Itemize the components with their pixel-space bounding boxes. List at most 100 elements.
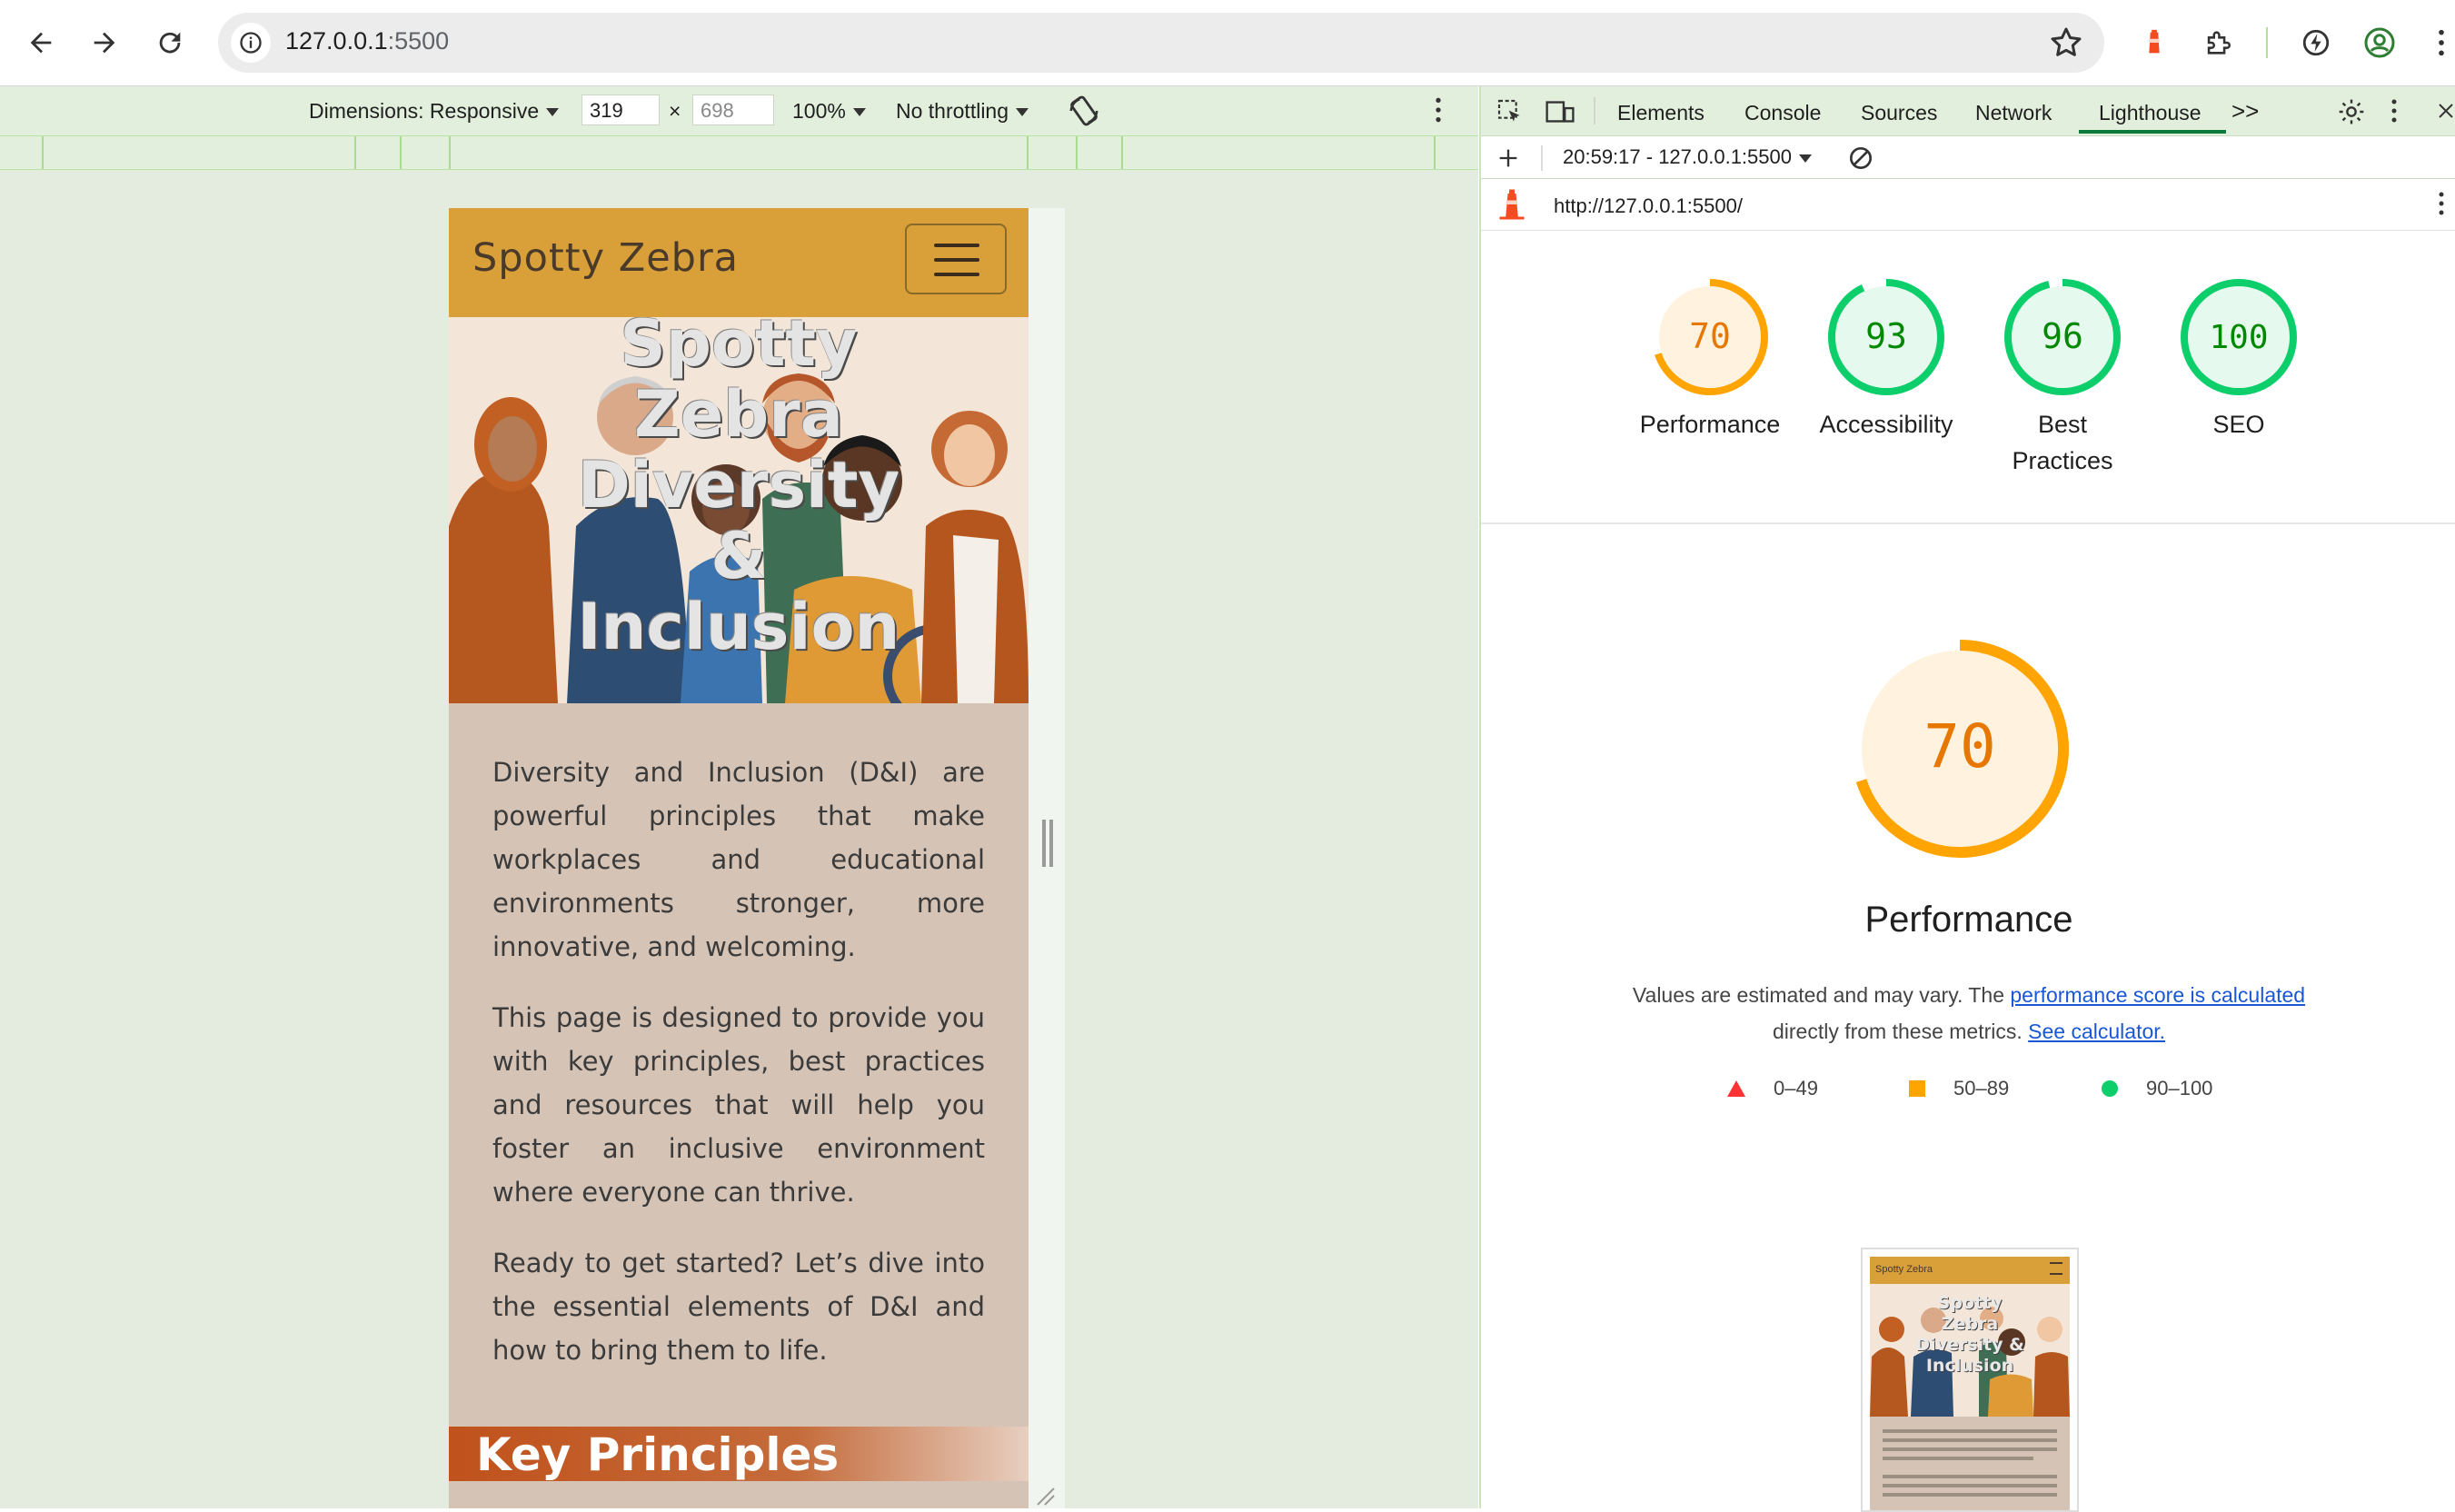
gauge-score-text: 100: [2209, 319, 2268, 356]
reload-icon: [159, 32, 181, 54]
toolbar-separator: [2266, 27, 2268, 58]
report-url[interactable]: http://127.0.0.1:5500/: [1554, 194, 1743, 218]
key-principles-section: Key Principles: [449, 1427, 1029, 1481]
more-tabs-button[interactable]: >>: [2231, 97, 2259, 125]
back-button[interactable]: [18, 20, 64, 65]
new-report-plus-icon[interactable]: [1496, 145, 1521, 171]
report-selector-dropdown[interactable]: 20:59:17 - 127.0.0.1:5500: [1563, 145, 1812, 169]
lighthouse-logo-icon: [1499, 189, 1525, 220]
emulated-page: Spotty Zebra Spotty Zebra Diversity & In…: [449, 208, 1029, 1508]
zoom-dropdown[interactable]: 100%: [792, 99, 866, 124]
performance-description: Values are estimated and may vary. The p…: [1632, 983, 2306, 1043]
throttling-dropdown[interactable]: No throttling: [896, 99, 1029, 124]
device-toggle-icon[interactable]: [1545, 97, 1575, 126]
gauge-ring: 96: [2004, 279, 2121, 395]
performance-title: Performance: [1864, 900, 2073, 940]
site-brand[interactable]: Spotty Zebra: [472, 235, 739, 281]
arrow-left-icon: [30, 32, 52, 54]
lighthouse-extension-icon[interactable]: [2135, 24, 2173, 62]
gauge-ring: 93: [1828, 279, 1944, 395]
settings-gear-icon[interactable]: [2337, 97, 2366, 126]
score-gauge-accessibility[interactable]: 93 Accessibility: [1804, 277, 1968, 443]
dimensions-dropdown[interactable]: Dimensions: Responsive: [309, 99, 560, 124]
devtools-menu-icon[interactable]: [2390, 97, 2399, 124]
lighthouse-toolbar: 20:59:17 - 127.0.0.1:5500: [1481, 136, 2455, 179]
extensions-icon[interactable]: [2199, 24, 2237, 62]
clear-reports-icon[interactable]: [1846, 144, 1875, 173]
report-url-bar: http://127.0.0.1:5500/: [1481, 179, 2455, 231]
gauge-label: Accessibility: [1819, 411, 1953, 438]
address-bar[interactable]: 127.0.0.1:5500: [218, 13, 2104, 73]
toolbar-separator: [1541, 145, 1543, 171]
height-input[interactable]: 698: [692, 94, 774, 125]
legend-fail: 0–49: [1726, 1077, 1818, 1100]
rotate-icon[interactable]: [1067, 94, 1101, 134]
device-toolbar: Dimensions: Responsive 319 × 698 100% No…: [0, 86, 1478, 136]
thumb-hero-title: Spotty Zebra Diversity & Inclusion: [1915, 1293, 2024, 1376]
hero-banner: Spotty Zebra Diversity & Inclusion: [449, 317, 1029, 703]
gauge-score-text: 93: [1865, 316, 1907, 356]
resize-handle[interactable]: [1042, 820, 1053, 867]
gauge-label: Best Practices: [2012, 411, 2113, 474]
inspect-element-icon[interactable]: [1496, 97, 1525, 126]
main-score-text: 70: [1923, 711, 1995, 781]
section-divider: [1481, 522, 2455, 524]
thumb-hero: Spotty Zebra Diversity & Inclusion: [1870, 1284, 2070, 1417]
browser-menu-icon[interactable]: [2428, 24, 2455, 62]
tab-console[interactable]: Console: [1744, 101, 1821, 125]
url-text: 127.0.0.1:5500: [285, 27, 450, 55]
score-gauge-seo[interactable]: 100 SEO: [2157, 277, 2321, 443]
site-header: Spotty Zebra: [449, 208, 1029, 317]
performance-main-gauge: 70: [1851, 640, 2069, 858]
intro-content: Diversity and Inclusion (D&I) are powerf…: [449, 703, 1029, 1399]
arrow-right-icon: [94, 32, 115, 54]
report-menu-icon[interactable]: [2437, 190, 2446, 217]
tab-separator: [1594, 97, 1595, 124]
gauge-score-text: 96: [2042, 316, 2083, 356]
tab-elements[interactable]: Elements: [1617, 101, 1705, 125]
reload-button[interactable]: [147, 20, 193, 65]
page-screenshot-thumbnail[interactable]: Spotty Zebra Spotty Zebra Diversity & In: [1861, 1248, 2079, 1512]
see-calculator-link[interactable]: See calculator.: [2028, 1020, 2165, 1043]
intro-paragraph: Diversity and Inclusion (D&I) are powerf…: [492, 757, 985, 962]
circle-icon: [2102, 1080, 2118, 1097]
browser-toolbar: 127.0.0.1:5500: [0, 0, 2455, 86]
forward-button[interactable]: [82, 20, 127, 65]
gauge-score-text: 70: [1689, 316, 1731, 356]
device-toolbar-menu-icon[interactable]: [1434, 95, 1443, 130]
gauge-ring: 70: [1652, 279, 1768, 395]
tab-sources[interactable]: Sources: [1861, 101, 1937, 125]
score-gauge-best-practices[interactable]: 96 Best Practices: [1981, 277, 2144, 479]
score-calculated-link[interactable]: performance score is calculated: [2010, 983, 2305, 1007]
tab-network[interactable]: Network: [1975, 101, 2052, 125]
legend-average: 50–89: [1908, 1077, 2009, 1100]
dimension-separator: ×: [669, 99, 681, 123]
corner-resize-icon[interactable]: [1034, 1485, 1056, 1507]
key-principles-heading: Key Principles: [476, 1428, 840, 1481]
performance-extension-icon[interactable]: [2297, 24, 2335, 62]
score-gauge-performance[interactable]: 70 Performance: [1628, 277, 1792, 443]
triangle-icon: [1727, 1080, 1745, 1097]
site-info-button[interactable]: [231, 23, 271, 63]
devtools-panel: Elements Console Sources Network Lightho…: [1479, 86, 2455, 1512]
hero-title: Spotty Zebra Diversity & Inclusion: [577, 317, 900, 664]
gauge-label: SEO: [2212, 411, 2265, 438]
intro-paragraph: Ready to get started? Let’s dive into th…: [492, 1248, 985, 1366]
gauge-label: Performance: [1639, 411, 1781, 438]
hamburger-menu-button[interactable]: [905, 224, 1007, 294]
square-icon: [1909, 1080, 1925, 1097]
bookmark-star-icon[interactable]: [2048, 25, 2084, 61]
tab-lighthouse[interactable]: Lighthouse: [2099, 101, 2202, 125]
width-input[interactable]: 319: [581, 94, 660, 125]
thumb-content: [1870, 1417, 2070, 1510]
devtools-tabbar: Elements Console Sources Network Lightho…: [1481, 86, 2455, 136]
gauge-ring: 100: [2181, 279, 2297, 395]
intro-paragraph: This page is designed to provide you wit…: [492, 1002, 985, 1208]
thumb-header: Spotty Zebra: [1870, 1257, 2070, 1284]
media-query-ruler[interactable]: [0, 136, 1478, 170]
active-tab-indicator: [2079, 130, 2226, 134]
profile-avatar-icon[interactable]: [2361, 24, 2399, 62]
close-devtools-icon[interactable]: [2435, 99, 2455, 123]
legend-pass: 90–100: [2101, 1077, 2212, 1100]
info-icon: [240, 32, 262, 54]
